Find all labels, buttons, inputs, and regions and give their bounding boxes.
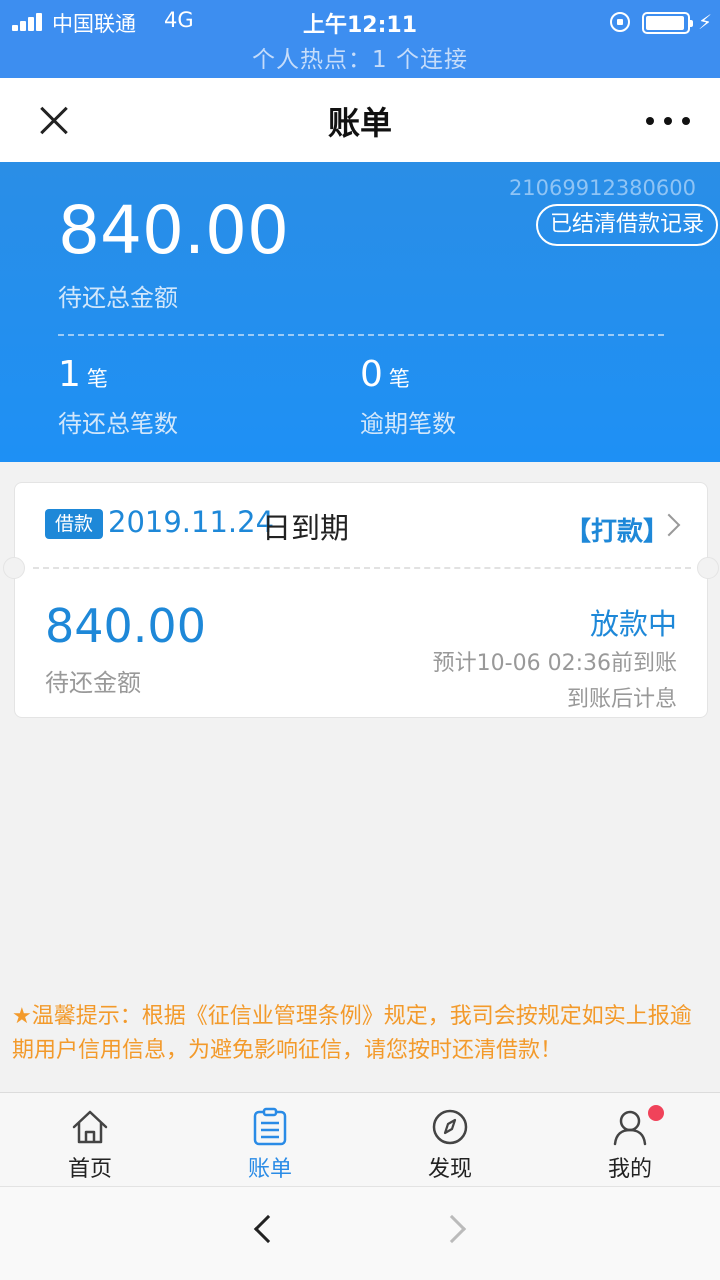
status-bar: 中国联通 4G 上午12:11 ⚡ 个人热点：1 个连接	[0, 0, 720, 78]
due-suffix: 日到期	[262, 511, 350, 545]
arrival-estimate: 预计10-06 02:36前到账	[432, 651, 677, 676]
loan-tag: 借款	[45, 509, 103, 539]
warning-tip: ★温馨提示：根据《征信业管理条例》规定，我司会按规定如实上报逾期用户信用信息，为…	[12, 1000, 712, 1068]
interest-note: 到账后计息	[566, 687, 677, 712]
tip-text: 温馨提示：根据《征信业管理条例》规定，我司会按规定如实上报逾期用户信用信息，为避…	[12, 1004, 692, 1063]
pending-count-label: 待还总笔数	[58, 410, 178, 438]
tab-mine[interactable]: 我的	[540, 1093, 720, 1187]
card-divider	[33, 567, 691, 569]
tab-home-label: 首页	[67, 1157, 112, 1182]
settled-history-button[interactable]: 已结清借款记录	[536, 204, 718, 246]
nav-bar: 账单	[0, 78, 720, 162]
order-number: 21069912380600	[508, 176, 696, 200]
card-notch-left	[3, 557, 25, 579]
divider	[58, 334, 664, 336]
tab-bar: 首页 账单 发现 我的	[0, 1092, 720, 1186]
tab-mine-label: 我的	[607, 1157, 652, 1182]
browser-toolbar	[0, 1186, 720, 1280]
bill-card[interactable]: 借款 2019.11.24 日到期 【打款】 840.00 待还金额 放款中 预…	[3, 482, 719, 718]
tab-bill-label: 账单	[247, 1157, 292, 1182]
total-amount-label: 待还总金额	[58, 284, 178, 312]
home-icon	[72, 1110, 108, 1144]
status-row: 中国联通 4G 上午12:11 ⚡	[0, 6, 720, 38]
notification-badge	[648, 1105, 664, 1121]
due-date: 2019.11.24	[108, 505, 275, 539]
total-amount: 840.00	[58, 192, 289, 269]
tab-bill[interactable]: 账单	[180, 1093, 360, 1187]
forward-icon[interactable]	[437, 1214, 467, 1244]
tab-discover[interactable]: 发现	[360, 1093, 540, 1187]
page-title: 账单	[327, 104, 392, 142]
card-notch-right	[697, 557, 719, 579]
tab-home[interactable]: 首页	[0, 1093, 180, 1187]
orientation-lock-icon	[610, 12, 630, 32]
battery-icon	[642, 12, 693, 34]
tab-discover-label: 发现	[427, 1157, 472, 1182]
due-amount: 840.00	[45, 599, 206, 653]
charging-icon: ⚡	[698, 10, 713, 34]
pending-count-value: 1	[58, 354, 81, 395]
overdue-count-value: 0	[360, 354, 383, 395]
pay-link[interactable]: 【打款】	[565, 511, 669, 548]
back-icon[interactable]	[253, 1214, 283, 1244]
user-icon	[613, 1110, 647, 1146]
more-icon[interactable]	[646, 114, 690, 128]
hotspot-banner[interactable]: 个人热点：1 个连接	[0, 40, 720, 74]
compass-icon	[432, 1109, 468, 1145]
loan-status: 放款中	[589, 607, 677, 641]
pending-count-unit: 笔	[86, 367, 108, 391]
due-amount-label: 待还金额	[45, 669, 141, 697]
pending-count: 1笔	[58, 354, 108, 395]
bill-icon	[253, 1107, 287, 1146]
overdue-count-unit: 笔	[388, 367, 410, 391]
bill-summary: 21069912380600 已结清借款记录 840.00 待还总金额 1笔 待…	[0, 162, 720, 462]
overdue-count: 0笔	[360, 354, 410, 395]
star-icon: ★	[12, 1004, 32, 1029]
overdue-count-label: 逾期笔数	[360, 410, 456, 438]
